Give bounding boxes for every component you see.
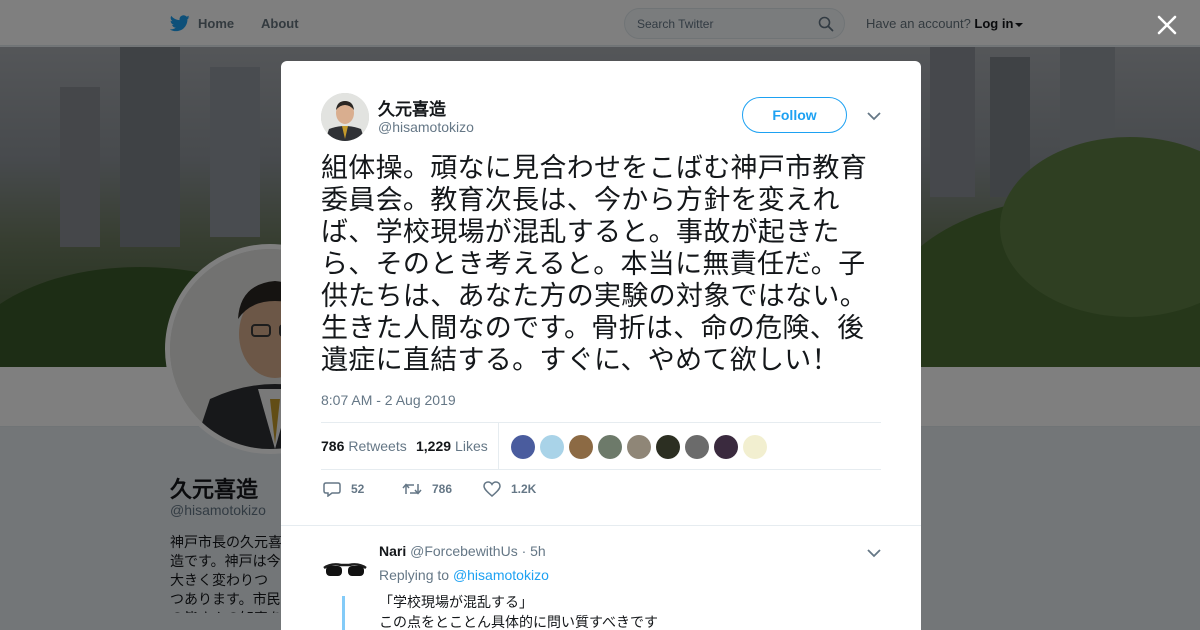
reply-time[interactable]: · 5h: [522, 543, 546, 559]
retweets-label: Retweets: [348, 438, 407, 454]
tweet-modal: 久元喜造 @hisamotokizo Follow 組体操。頑なに見合わせをこば…: [281, 61, 921, 630]
liker-avatar[interactable]: [598, 435, 622, 459]
liker-avatar[interactable]: [685, 435, 709, 459]
replying-to: Replying to @hisamotokizo: [379, 567, 549, 583]
liker-avatar[interactable]: [540, 435, 564, 459]
likes-stat[interactable]: 1,229 Likes: [416, 438, 488, 454]
replying-prefix: Replying to: [379, 567, 450, 583]
reply-tweet[interactable]: Nari @ForcebewithUs · 5h Replying to @hi…: [281, 525, 921, 630]
like-count: 1.2K: [511, 482, 537, 496]
retweet-count: 786: [432, 482, 453, 496]
tweet-timestamp[interactable]: 8:07 AM - 2 Aug 2019: [321, 392, 456, 408]
chevron-down-icon[interactable]: [867, 111, 881, 121]
liker-avatar[interactable]: [511, 435, 535, 459]
tweet-author-avatar[interactable]: [321, 93, 369, 141]
retweet-icon: [402, 483, 422, 495]
tweet-stats: 786 Retweets 1,229 Likes: [321, 422, 881, 470]
liker-avatar[interactable]: [569, 435, 593, 459]
thread-line: [342, 596, 345, 630]
tweet-actions: 52 786 1.2K: [321, 481, 881, 501]
tweet-author-name[interactable]: 久元喜造: [378, 95, 446, 120]
stats-divider: [498, 423, 499, 470]
liker-avatar[interactable]: [656, 435, 680, 459]
reply-text-line-2: この点をとことん具体的に問い質すべきです: [379, 615, 659, 630]
reply-author-avatar[interactable]: [321, 544, 369, 592]
follow-button[interactable]: Follow: [742, 97, 847, 133]
replying-to-link[interactable]: @hisamotokizo: [453, 567, 549, 583]
liker-avatar[interactable]: [627, 435, 651, 459]
retweets-count: 786: [321, 438, 345, 454]
retweets-stat[interactable]: 786 Retweets: [321, 438, 407, 454]
likes-label: Likes: [455, 438, 488, 454]
like-button[interactable]: 1.2K: [483, 481, 536, 497]
reply-author-name[interactable]: Nari: [379, 543, 406, 559]
reply-chevron-down-icon[interactable]: [867, 548, 881, 558]
reply-author-handle[interactable]: @ForcebewithUs: [410, 543, 518, 559]
retweet-button[interactable]: 786: [402, 481, 452, 497]
reply-text-line-1: 「学校現場が混乱する」: [379, 595, 533, 611]
likes-count: 1,229: [416, 438, 452, 454]
liker-avatar[interactable]: [743, 435, 767, 459]
liker-avatar[interactable]: [714, 435, 738, 459]
tweet-author-handle[interactable]: @hisamotokizo: [378, 119, 474, 135]
reply-header: Nari @ForcebewithUs · 5h: [379, 543, 546, 559]
tweet-text: 組体操。頑なに見合わせをこばむ神戸市教育委員会。教育次長は、今から方針を変えれば…: [321, 153, 867, 376]
reply-button[interactable]: 52: [323, 481, 364, 497]
close-icon[interactable]: [1154, 12, 1180, 38]
heart-icon: [483, 481, 501, 497]
reply-count: 52: [351, 482, 365, 496]
reply-icon: [323, 482, 341, 497]
